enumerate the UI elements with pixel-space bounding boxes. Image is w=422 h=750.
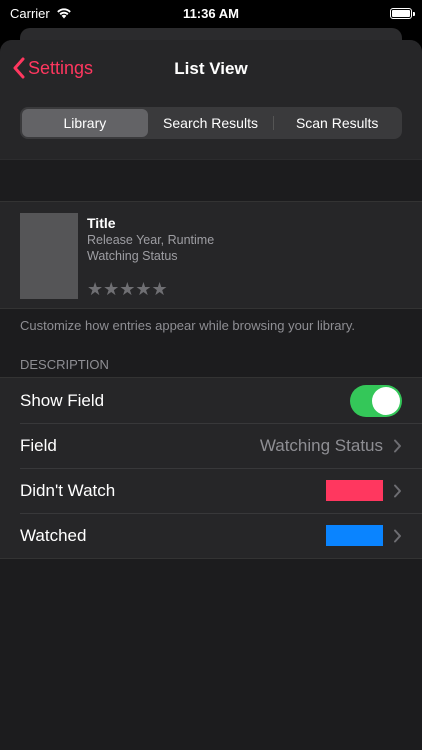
status-time: 11:36 AM <box>183 5 239 21</box>
didnt-watch-row[interactable]: Didn't Watch <box>0 468 422 513</box>
segment-container: Library Search Results Scan Results <box>0 98 422 160</box>
carrier-label: Carrier <box>10 5 50 21</box>
preview-footer-note: Customize how entries appear while brows… <box>20 318 356 333</box>
back-label: Settings <box>28 57 94 78</box>
rating-stars: ★★★★★ <box>87 279 168 299</box>
segment-scan-results[interactable]: Scan Results <box>274 109 400 137</box>
toggle-knob <box>372 386 400 415</box>
chevron-right-icon <box>394 529 401 542</box>
didnt-watch-label: Didn't Watch <box>20 480 116 500</box>
back-button[interactable]: Settings <box>12 57 93 79</box>
segmented-control: Library Search Results Scan Results <box>20 107 402 139</box>
description-group: Show Field Field Watching Status Didn't … <box>0 377 422 559</box>
settings-sheet: Settings List View Library Search Result… <box>0 40 422 750</box>
segment-search-results[interactable]: Search Results <box>148 109 274 137</box>
section-spacer <box>0 160 422 201</box>
segment-library[interactable]: Library <box>22 109 148 137</box>
show-field-toggle[interactable] <box>350 384 402 417</box>
show-field-row: Show Field <box>0 378 422 423</box>
chevron-left-icon <box>13 57 25 79</box>
chevron-right-icon <box>394 484 401 497</box>
preview-release-runtime: Release Year, Runtime <box>87 233 215 247</box>
field-label: Field <box>20 435 57 455</box>
watched-label: Watched <box>20 525 87 545</box>
preview-text: Title Release Year, Runtime Watching Sta… <box>87 213 215 299</box>
wifi-icon <box>56 8 71 19</box>
status-bar: Carrier 11:36 AM <box>0 0 422 26</box>
navigation-bar: Settings List View <box>0 40 422 98</box>
field-row[interactable]: Field Watching Status <box>0 423 422 468</box>
preview-title: Title <box>87 215 116 231</box>
status-left: Carrier <box>10 6 72 21</box>
battery-icon <box>390 7 415 19</box>
preview-watching-status: Watching Status <box>87 249 178 263</box>
watched-color-swatch <box>326 525 383 546</box>
chevron-right-icon <box>394 439 401 452</box>
section-header-description: DESCRIPTION <box>20 357 109 372</box>
watched-row[interactable]: Watched <box>0 513 422 558</box>
entry-preview: Title Release Year, Runtime Watching Sta… <box>0 201 422 309</box>
field-value: Watching Status <box>259 435 383 455</box>
didnt-watch-color-swatch <box>326 480 383 501</box>
show-field-label: Show Field <box>20 390 105 410</box>
poster-placeholder <box>20 213 78 299</box>
